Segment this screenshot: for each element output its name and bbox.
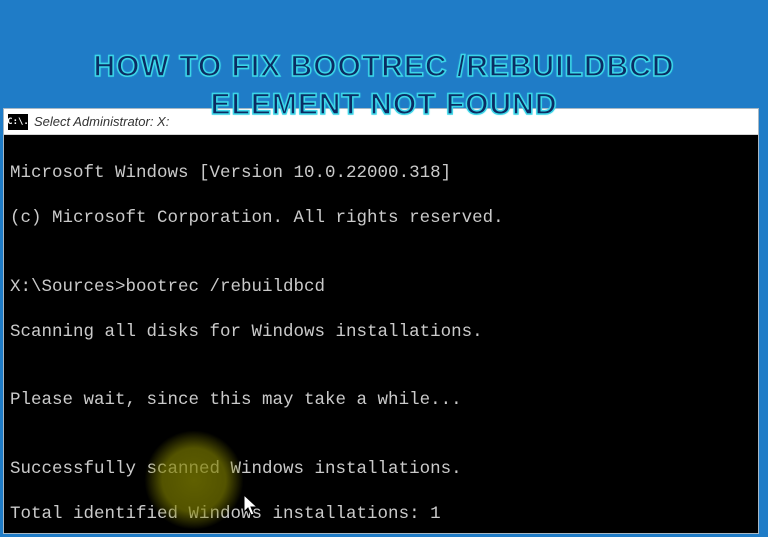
terminal-line: (c) Microsoft Corporation. All rights re… xyxy=(10,207,752,230)
window-title: Select Administrator: X: xyxy=(34,114,169,129)
window-titlebar[interactable]: C:\. Select Administrator: X: xyxy=(4,109,758,135)
terminal-line: Scanning all disks for Windows installat… xyxy=(10,321,752,344)
cmd-icon: C:\. xyxy=(8,114,28,130)
terminal-line: Successfully scanned Windows installatio… xyxy=(10,458,752,481)
terminal-output[interactable]: Microsoft Windows [Version 10.0.22000.31… xyxy=(4,135,758,533)
terminal-line: X:\Sources>bootrec /rebuildbcd xyxy=(10,276,752,299)
terminal-line: Total identified Windows installations: … xyxy=(10,503,752,526)
terminal-line: Please wait, since this may take a while… xyxy=(10,389,752,412)
terminal-line: Microsoft Windows [Version 10.0.22000.31… xyxy=(10,162,752,185)
headline-line1: HOW TO FIX BOOTREC /REBUILDBCD xyxy=(0,48,768,86)
command-prompt-window: C:\. Select Administrator: X: Microsoft … xyxy=(3,108,759,534)
